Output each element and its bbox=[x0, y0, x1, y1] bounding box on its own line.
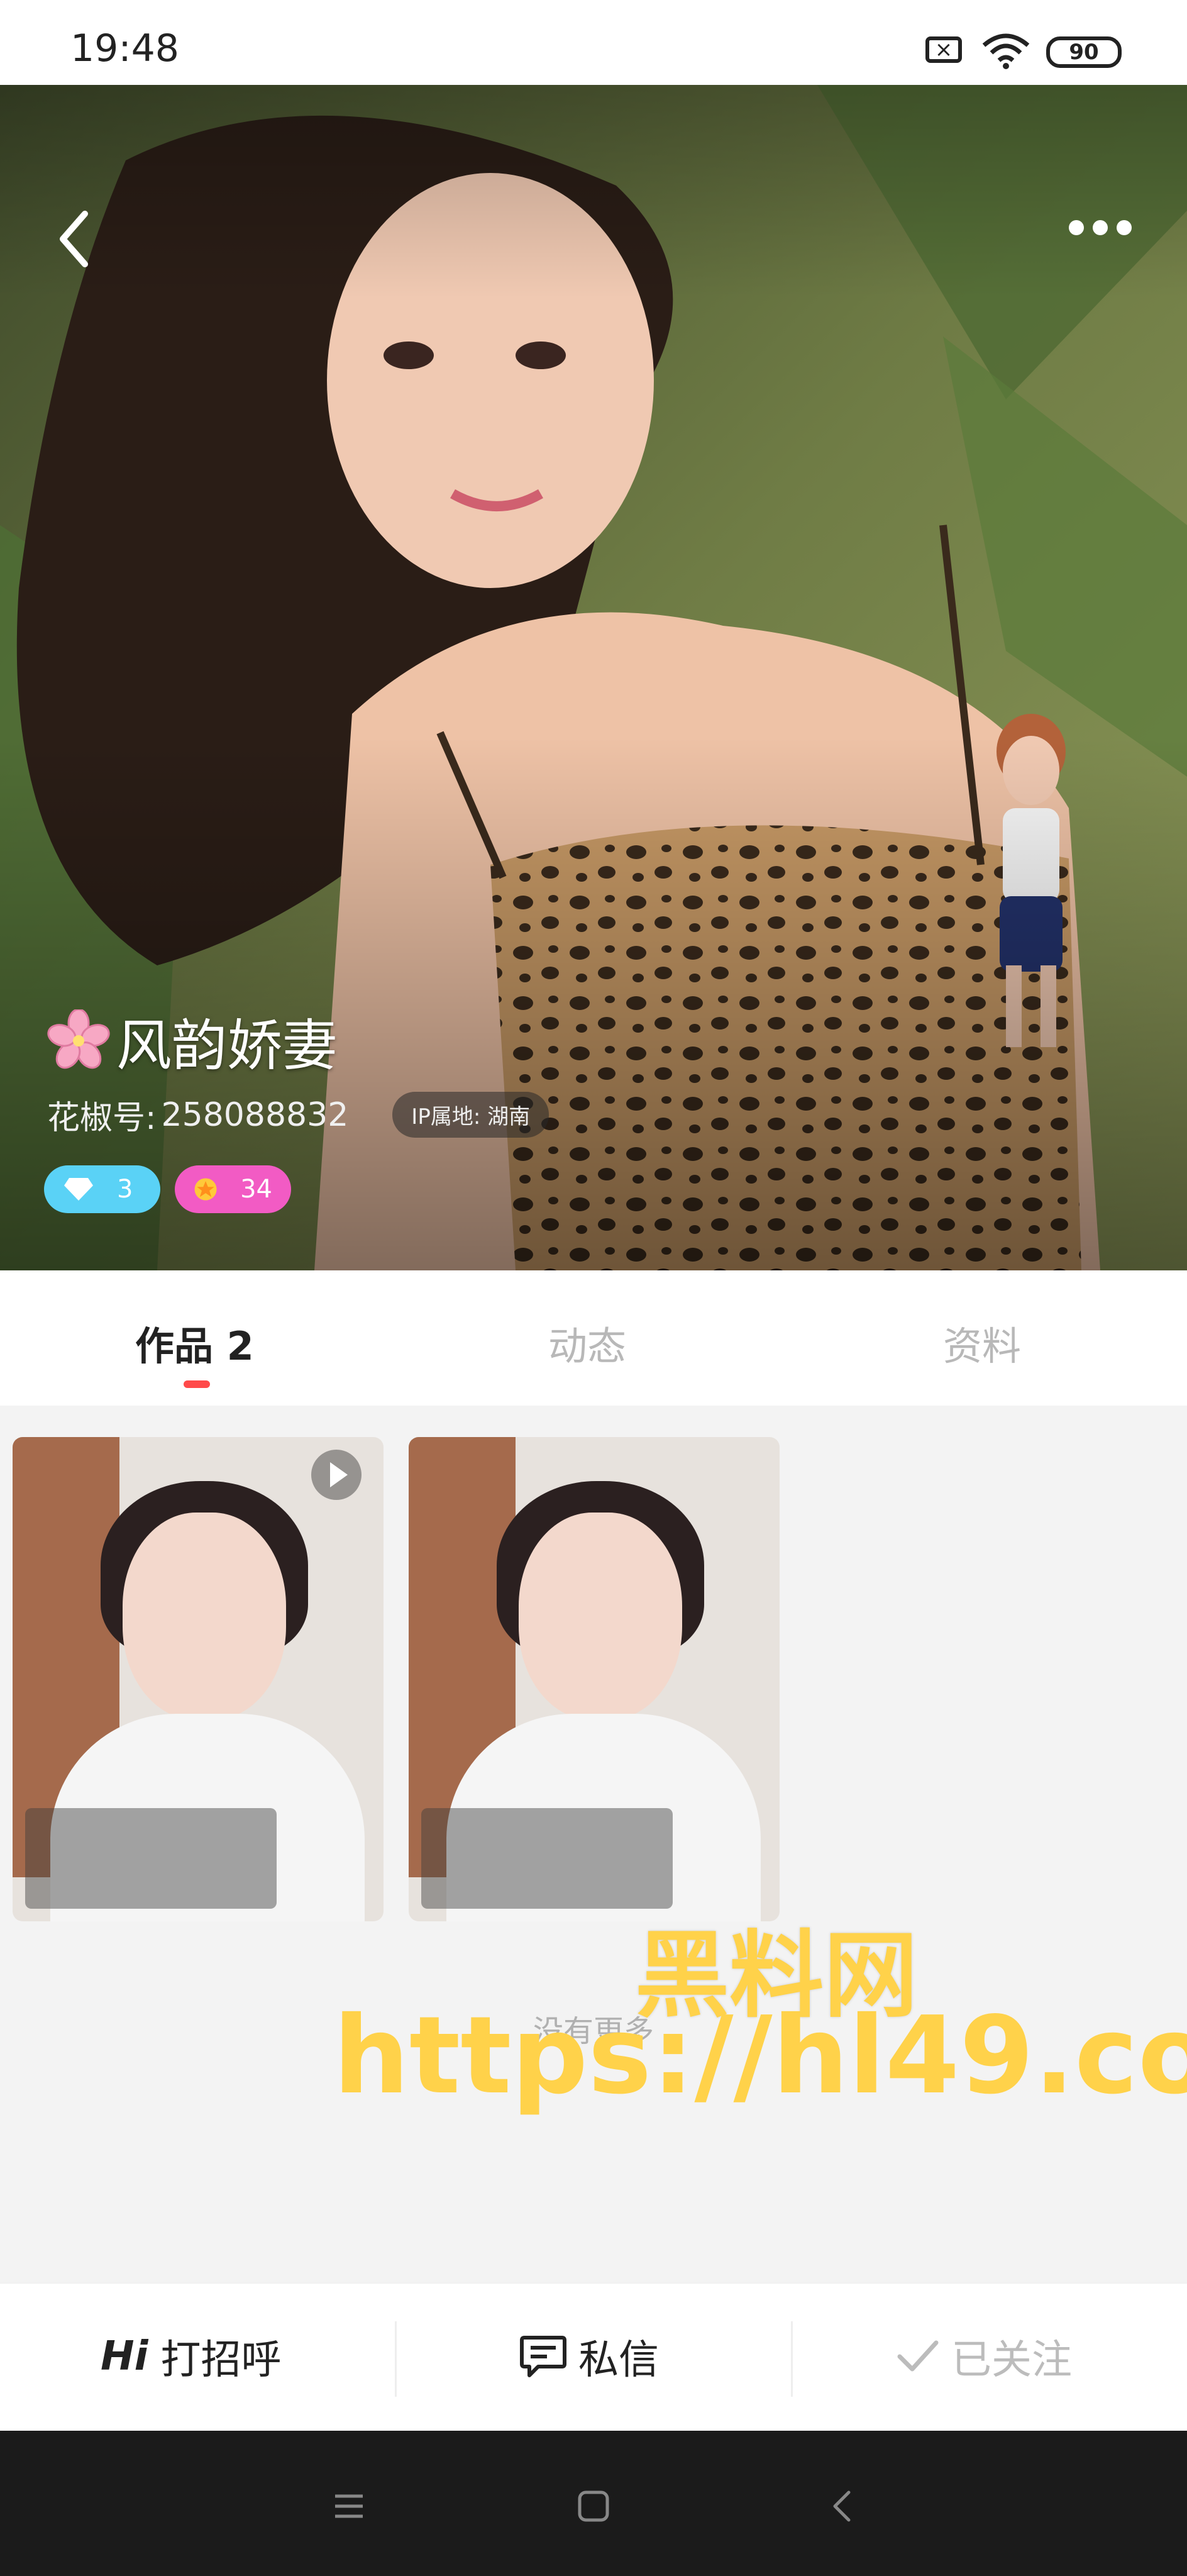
back-icon[interactable] bbox=[50, 204, 101, 274]
account-row: 花椒号: 258088832 IP属地: 湖南 bbox=[47, 1091, 549, 1138]
star-level-value: 34 bbox=[240, 1175, 272, 1204]
thumbnail-chat-overlay bbox=[25, 1808, 277, 1909]
tab-works[interactable]: 作品 2 bbox=[135, 1314, 254, 1371]
thumbnail-chat-overlay bbox=[421, 1808, 673, 1909]
home-icon[interactable] bbox=[575, 2487, 612, 2525]
account-id[interactable]: 258088832 bbox=[162, 1096, 349, 1134]
menu-icon[interactable] bbox=[330, 2487, 368, 2525]
battery-indicator: 90 bbox=[1046, 36, 1122, 68]
work-thumbnail[interactable] bbox=[13, 1437, 384, 1921]
tab-profile-info[interactable]: 资料 bbox=[943, 1314, 1021, 1371]
nickname-row: 风韵娇妻 bbox=[47, 1003, 338, 1079]
thumbnail-face bbox=[123, 1513, 286, 1720]
divider bbox=[791, 2321, 793, 2397]
greet-button[interactable]: Hi 打招呼 bbox=[101, 2328, 282, 2385]
message-icon bbox=[520, 2336, 566, 2377]
message-button[interactable]: 私信 bbox=[519, 2328, 659, 2385]
tab-dynamic[interactable]: 动态 bbox=[548, 1314, 626, 1371]
profile-nickname: 风韵娇妻 bbox=[116, 1013, 338, 1078]
check-icon bbox=[897, 2340, 939, 2372]
status-time: 19:48 bbox=[70, 26, 179, 70]
sakura-icon bbox=[47, 1009, 110, 1069]
back-nav-icon[interactable] bbox=[824, 2487, 861, 2525]
profile-action-bar: Hi 打招呼 私信 已关注 bbox=[0, 2283, 1187, 2431]
status-bar: 19:48 × 90 bbox=[0, 0, 1187, 85]
ip-location-chip: IP属地: 湖南 bbox=[392, 1092, 549, 1138]
divider bbox=[395, 2321, 397, 2397]
wifi-icon bbox=[982, 33, 1030, 69]
no-sim-icon: × bbox=[925, 36, 962, 63]
play-icon bbox=[311, 1450, 362, 1500]
diamond-icon bbox=[64, 1178, 93, 1201]
star-icon bbox=[194, 1178, 217, 1201]
system-nav-bar bbox=[0, 2431, 1187, 2576]
profile-tabs: 作品 2 动态 资料 bbox=[0, 1270, 1187, 1406]
star-level-badge[interactable]: 34 bbox=[175, 1165, 291, 1213]
profile-cover: 风韵娇妻 花椒号: 258088832 IP属地: 湖南 3 34 8164 粉… bbox=[0, 85, 1187, 1270]
greet-label: 打招呼 bbox=[160, 2337, 282, 2384]
followed-button[interactable]: 已关注 bbox=[896, 2328, 1072, 2385]
active-tab-indicator bbox=[184, 1380, 210, 1388]
hi-icon: Hi bbox=[101, 2333, 148, 2380]
followed-label: 已关注 bbox=[951, 2337, 1072, 2384]
work-thumbnail[interactable] bbox=[409, 1437, 780, 1921]
works-grid: 没有更多 bbox=[0, 1406, 1187, 2283]
diamond-level-value: 3 bbox=[117, 1175, 133, 1204]
more-options-icon[interactable] bbox=[1069, 220, 1144, 258]
watermark-url: https://hl49.co bbox=[333, 1994, 1187, 2118]
account-label: 花椒号: bbox=[47, 1099, 157, 1137]
message-label: 私信 bbox=[578, 2337, 659, 2384]
thumbnail-face bbox=[519, 1513, 682, 1720]
diamond-level-badge[interactable]: 3 bbox=[44, 1165, 160, 1213]
